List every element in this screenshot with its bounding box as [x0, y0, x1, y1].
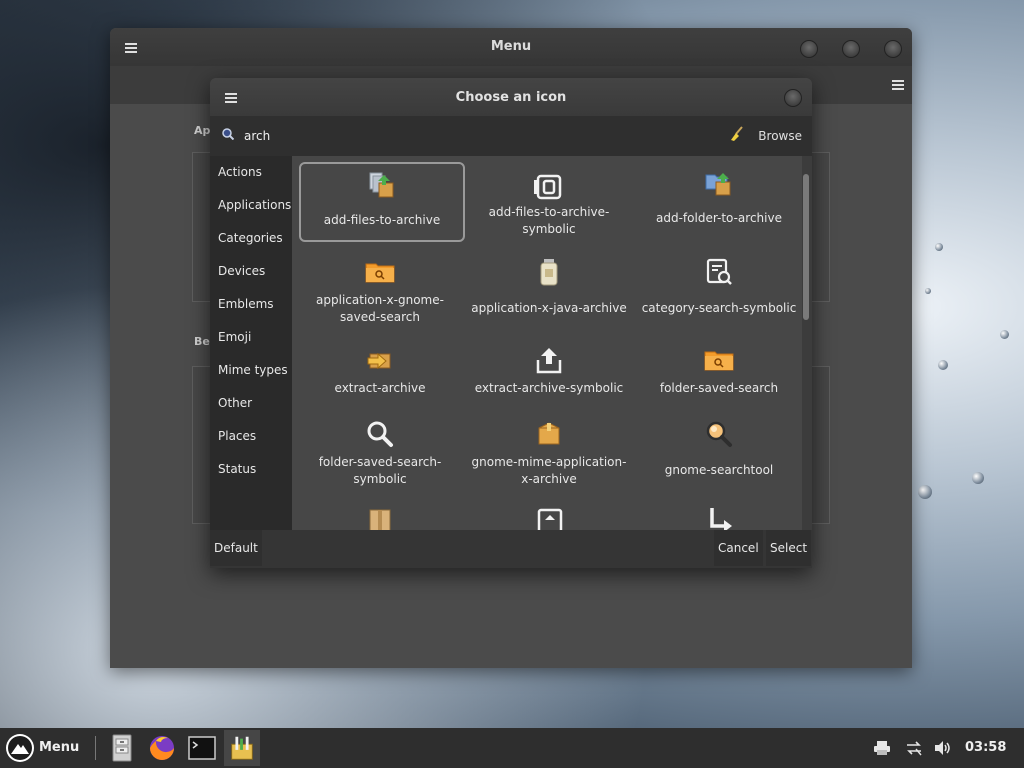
icon-label: extract-archive-symbolic	[474, 381, 624, 395]
icon-label: add-files-to-archive-symbolic	[488, 205, 610, 236]
icon-label: add-folder-to-archive	[656, 211, 782, 225]
category-sidebar: Actions Applications Categories Devices …	[210, 156, 292, 530]
water-drop	[918, 485, 932, 499]
icon-label: application-x-gnome-saved-search	[316, 293, 444, 324]
section-label: Be	[194, 335, 210, 348]
category-applications[interactable]: Applications	[210, 189, 292, 222]
volume-icon[interactable]	[934, 740, 952, 756]
file-cabinet-icon[interactable]	[106, 732, 138, 764]
icon-label: folder-saved-search-symbolic	[318, 455, 442, 486]
category-other[interactable]: Other	[210, 387, 292, 420]
icon-item-category-search-symbolic[interactable]: category-search-symbolic	[638, 254, 800, 334]
water-drop	[935, 243, 943, 251]
icon-item-gnome-searchtool[interactable]: gnome-searchtool	[638, 418, 800, 498]
icon-item-extract-archive[interactable]: extract-archive	[299, 342, 461, 412]
start-menu-button[interactable]: Menu	[6, 734, 86, 762]
magnifier-icon	[367, 421, 393, 447]
icon-label: application-x-java-archive	[471, 301, 627, 315]
network-disconnected-icon[interactable]	[905, 740, 923, 756]
category-devices[interactable]: Devices	[210, 255, 292, 288]
category-mime-types[interactable]: Mime types	[210, 354, 292, 387]
dialog-titlebar: Choose an icon	[210, 78, 812, 116]
document-search-icon	[706, 258, 732, 285]
saved-search-folder-icon	[704, 351, 734, 371]
icon-item-application-x-java-archive[interactable]: application-x-java-archive	[468, 254, 630, 334]
category-status[interactable]: Status	[210, 453, 292, 486]
minimize-button[interactable]	[800, 40, 818, 58]
dialog-title: Choose an icon	[455, 90, 567, 105]
category-emoji[interactable]: Emoji	[210, 321, 292, 354]
search-input[interactable]: arch	[244, 129, 270, 143]
menu-editor-icon	[231, 736, 253, 760]
icon-item-folder-saved-search[interactable]: folder-saved-search	[638, 342, 800, 412]
taskbar-separator	[95, 736, 96, 760]
printer-icon[interactable]	[873, 740, 891, 756]
category-places[interactable]: Places	[210, 420, 292, 453]
archive-box-icon	[369, 509, 391, 530]
icon-item-application-x-gnome-saved-search[interactable]: application-x-gnome-saved-search	[299, 254, 461, 334]
icon-label: gnome-mime-application-x-archive	[471, 455, 627, 486]
icon-item-add-files-to-archive-symbolic[interactable]: add-files-to-archive-symbolic	[468, 162, 630, 242]
icon-item-add-files-to-archive[interactable]: add-files-to-archive	[299, 162, 465, 242]
taskbar-active-app[interactable]	[224, 730, 260, 766]
icon-grid: add-files-to-archive add-files-to-archiv…	[292, 156, 802, 530]
archive-add-files-icon	[369, 172, 394, 198]
category-actions[interactable]: Actions	[210, 156, 292, 189]
extract-archive-icon	[367, 352, 391, 370]
icon-item-folder-saved-search-symbolic[interactable]: folder-saved-search-symbolic	[299, 418, 461, 498]
cancel-button[interactable]: Cancel	[714, 530, 763, 566]
icon-item-extract-archive-symbolic[interactable]: extract-archive-symbolic	[468, 342, 630, 412]
icon-label: gnome-searchtool	[664, 463, 774, 477]
icon-item-gnome-mime-application-x-archive[interactable]: gnome-mime-application-x-archive	[468, 418, 630, 498]
category-categories[interactable]: Categories	[210, 222, 292, 255]
water-drop	[1000, 330, 1009, 339]
share-up-icon	[536, 348, 562, 374]
close-button[interactable]	[884, 40, 902, 58]
taskbar: Menu 03:58	[0, 728, 1024, 768]
java-jar-icon	[540, 259, 558, 286]
terminal-icon[interactable]	[186, 732, 218, 764]
clock[interactable]: 03:58	[965, 740, 1006, 755]
icon-label: folder-saved-search	[659, 381, 779, 395]
scrollbar-thumb[interactable]	[803, 174, 809, 320]
search-bar: arch Browse	[210, 116, 812, 156]
water-drop	[925, 288, 931, 294]
section-label: Ap	[194, 124, 211, 137]
icon-label: add-files-to-archive	[323, 213, 441, 227]
water-drop	[938, 360, 948, 370]
category-emblems[interactable]: Emblems	[210, 288, 292, 321]
magnifier-orange-icon	[706, 421, 732, 447]
folder-archive-icon	[705, 173, 731, 196]
saved-search-folder-icon	[365, 263, 395, 283]
choose-icon-dialog: Choose an icon arch Browse Actions Appli…	[210, 78, 812, 568]
menu-window-titlebar: Menu	[110, 28, 912, 66]
menu-label: Menu	[39, 740, 80, 755]
archive-symbolic-icon	[534, 174, 562, 200]
arrow-corner-icon	[710, 508, 732, 530]
maximize-button[interactable]	[842, 40, 860, 58]
icon-label: extract-archive	[334, 381, 426, 395]
clear-search-icon[interactable]	[728, 125, 746, 143]
archive-symbolic-icon	[537, 508, 563, 530]
dialog-action-bar: Default Cancel Select	[210, 530, 812, 568]
window-title: Menu	[490, 39, 532, 54]
water-drop	[972, 472, 984, 484]
distro-logo-icon	[6, 734, 34, 762]
icon-item-add-folder-to-archive[interactable]: add-folder-to-archive	[638, 162, 800, 238]
search-icon	[222, 128, 234, 140]
select-button[interactable]: Select	[766, 530, 812, 566]
firefox-icon[interactable]	[146, 732, 178, 764]
default-button[interactable]: Default	[210, 530, 262, 566]
dialog-close-button[interactable]	[784, 89, 802, 107]
package-icon	[538, 422, 560, 445]
browse-button[interactable]: Browse	[758, 129, 802, 143]
icon-label: category-search-symbolic	[641, 301, 797, 315]
hamburger-menu-icon[interactable]	[892, 80, 904, 90]
